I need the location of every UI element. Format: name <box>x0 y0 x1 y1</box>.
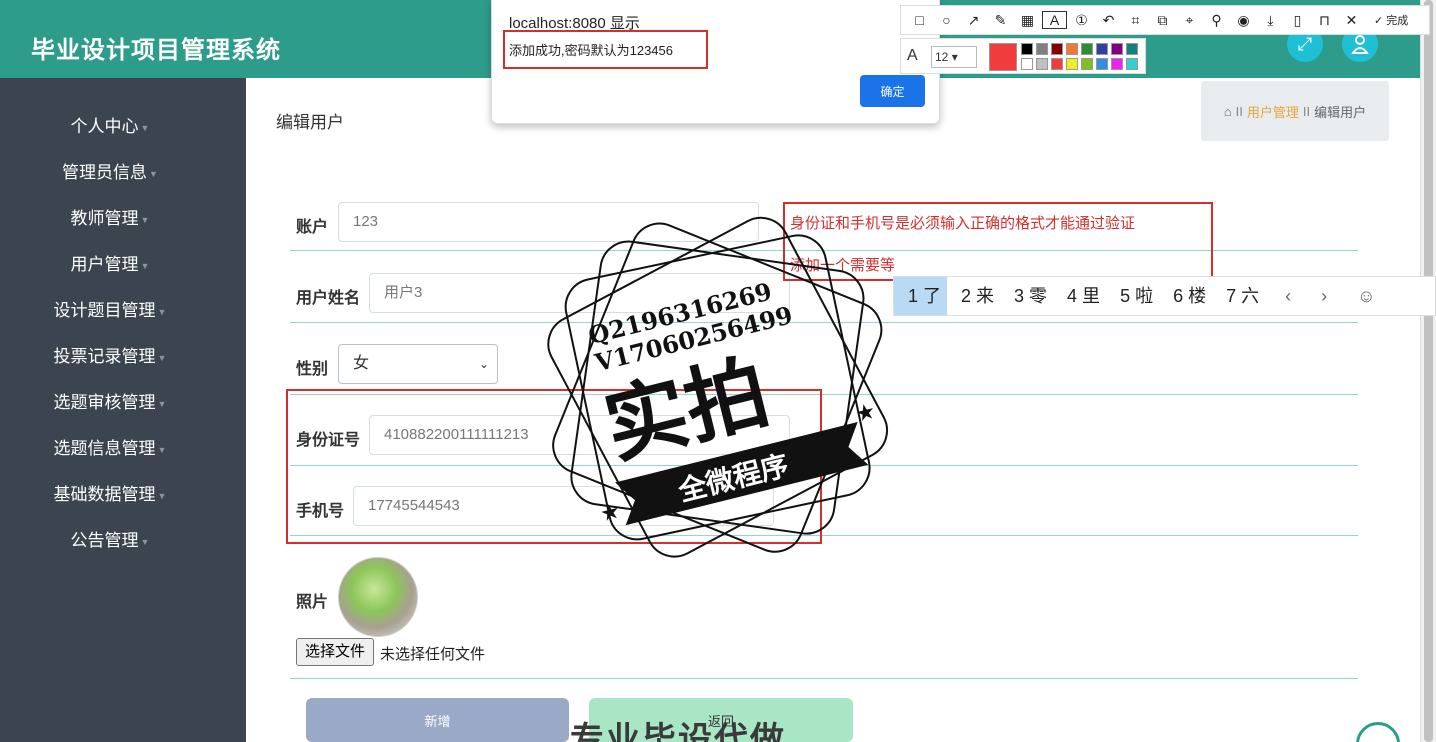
pen-icon[interactable]: ✎ <box>988 12 1013 29</box>
photo-label: 照片 <box>296 594 329 611</box>
sidebar-item-selection[interactable]: 选题信息管理 ▼ <box>0 434 220 459</box>
sidebar-item-basedata[interactable]: 基础数据管理 ▼ <box>0 480 220 505</box>
avatar <box>338 557 418 637</box>
app-title: 毕业设计项目管理系统 <box>31 37 281 64</box>
current-color-swatch[interactable] <box>989 43 1017 71</box>
ime-candidate[interactable]: 6 楼 <box>1159 277 1212 315</box>
ime-candidate[interactable]: 4 里 <box>1053 277 1106 315</box>
number-icon[interactable]: ① <box>1069 12 1094 29</box>
caret-down-icon: ▼ <box>157 352 167 363</box>
color-swatch[interactable] <box>1036 58 1048 70</box>
caret-down-icon: ▼ <box>149 168 158 179</box>
emoji-icon[interactable]: ☺ <box>1347 286 1385 307</box>
sidebar-item-admin[interactable]: 管理员信息 ▼ <box>0 158 220 183</box>
page-title: 编辑用户 <box>276 113 344 132</box>
caret-down-icon: ▼ <box>140 536 150 547</box>
breadcrumb: ⌂ II 用户管理 II 编辑用户 <box>1201 81 1389 141</box>
text-icon[interactable]: A <box>1042 11 1067 29</box>
copy-icon[interactable]: ⧉ <box>1150 12 1175 29</box>
chevron-down-icon: ⌄ <box>478 357 489 371</box>
ime-candidate[interactable]: 2 来 <box>947 277 1000 315</box>
sidebar-item-teacher[interactable]: 教师管理 ▼ <box>0 204 220 229</box>
sidebar-item-notice[interactable]: 公告管理 ▼ <box>0 526 220 551</box>
color-swatch[interactable] <box>1066 43 1078 55</box>
record-icon[interactable]: ◉ <box>1231 12 1256 29</box>
sidebar-item-votes[interactable]: 投票记录管理 ▼ <box>0 342 220 367</box>
watermark-stamp: Q2196316269 V17060256499 实拍 全微程序 ★ ★ <box>547 216 889 558</box>
done-button[interactable]: ✓ 完成 <box>1374 12 1408 28</box>
caret-down-icon: ▼ <box>140 214 150 225</box>
rectangle-icon[interactable]: □ <box>907 12 932 28</box>
color-swatch[interactable] <box>1096 58 1108 70</box>
color-swatch[interactable] <box>1111 43 1123 55</box>
sidebar-item-profile[interactable]: 个人中心 ▼ <box>0 112 220 137</box>
color-swatch[interactable] <box>1126 58 1138 70</box>
caret-down-icon: ▼ <box>157 306 167 317</box>
chevron-right-icon[interactable]: › <box>1311 286 1337 307</box>
download-icon[interactable]: ⤓ <box>1258 12 1283 29</box>
screenshot-toolbar: □ ○ ↗ ✎ ▦ A ① ↶ ⌗ ⧉ ⌖ ⚲ ◉ ⤓ ▯ ⊓ ✕ ✓ 完成 <box>900 5 1430 35</box>
font-size-select[interactable]: 12 ▾ <box>931 46 977 68</box>
alert-dialog: localhost:8080 显示 添加成功,密码默认为123456 确定 <box>491 0 940 124</box>
font-icon: A <box>907 47 918 64</box>
scan-icon[interactable]: ⌖ <box>1177 12 1202 29</box>
caret-down-icon: ▼ <box>157 398 167 409</box>
check-icon: ✓ <box>1374 15 1384 27</box>
color-swatch[interactable] <box>1111 58 1123 70</box>
ime-candidate[interactable]: 1 了 <box>894 277 948 315</box>
highlight-box <box>503 30 708 69</box>
scrollbar[interactable] <box>1420 0 1436 742</box>
color-swatch[interactable] <box>1051 58 1063 70</box>
color-swatch[interactable] <box>1081 58 1093 70</box>
ime-candidate[interactable]: 5 啦 <box>1106 277 1159 315</box>
caret-down-icon: ▼ <box>157 444 167 455</box>
sidebar-item-users[interactable]: 用户管理 ▼ <box>0 250 220 275</box>
home-icon[interactable]: ⌂ <box>1224 104 1232 119</box>
caret-down-icon: ▼ <box>140 260 150 271</box>
star-icon: ★ <box>597 498 622 527</box>
ellipse-icon[interactable]: ○ <box>934 12 959 28</box>
undo-icon[interactable]: ↶ <box>1096 12 1121 29</box>
name-label: 用户姓名 <box>296 290 361 307</box>
color-swatch[interactable] <box>1021 43 1033 55</box>
sidebar: 个人中心 ▼ 管理员信息 ▼ 教师管理 ▼ 用户管理 ▼ 设计题目管理 ▼ 投票记录管理 ▼… <box>0 78 246 742</box>
bookmark-icon[interactable]: ⊓ <box>1312 12 1337 29</box>
caret-down-icon: ▼ <box>140 122 150 133</box>
crop-icon[interactable]: ⌗ <box>1123 12 1148 29</box>
add-button[interactable]: 新增 <box>306 698 569 742</box>
color-swatch[interactable] <box>1126 43 1138 55</box>
mosaic-icon[interactable]: ▦ <box>1015 12 1040 29</box>
color-swatch[interactable] <box>1036 43 1048 55</box>
chevron-left-icon[interactable]: ‹ <box>1275 286 1301 307</box>
divider <box>290 678 1358 679</box>
sidebar-item-topics[interactable]: 设计题目管理 ▼ <box>0 296 220 321</box>
ime-candidate[interactable]: 3 零 <box>1000 277 1053 315</box>
phone-icon[interactable]: ▯ <box>1285 12 1310 29</box>
breadcrumb-page: 编辑用户 <box>1314 104 1367 120</box>
watermark-bottom: 专业毕设代做 <box>570 721 786 742</box>
choose-file-button[interactable]: 选择文件 <box>296 638 375 666</box>
color-swatch[interactable] <box>1051 43 1063 55</box>
scroll-thumb[interactable] <box>1424 0 1433 742</box>
ime-candidate[interactable]: 7 六 <box>1212 277 1265 315</box>
caret-down-icon: ▼ <box>157 490 167 501</box>
gender-select[interactable]: 女 ⌄ <box>338 344 498 384</box>
account-label: 账户 <box>296 219 329 236</box>
ok-button[interactable]: 确定 <box>860 75 925 107</box>
breadcrumb-section[interactable]: 用户管理 <box>1247 102 1299 121</box>
color-swatch[interactable] <box>1021 58 1033 70</box>
pin-icon[interactable]: ⚲ <box>1204 12 1229 29</box>
ime-candidate-bar: 1 了 2 来 3 零 4 里 5 啦 6 楼 7 六 ‹ › ☺ <box>893 276 1436 316</box>
arrow-icon[interactable]: ↗ <box>961 12 986 29</box>
file-status: 未选择任何文件 <box>380 646 486 663</box>
color-swatch[interactable] <box>1096 43 1108 55</box>
color-swatch[interactable] <box>1081 43 1093 55</box>
gender-label: 性别 <box>296 361 329 378</box>
close-icon[interactable]: ✕ <box>1339 12 1364 29</box>
color-swatch[interactable] <box>1066 58 1078 70</box>
color-palette: A 12 ▾ <box>900 38 1146 74</box>
sidebar-item-review[interactable]: 选题审核管理 ▼ <box>0 388 220 413</box>
